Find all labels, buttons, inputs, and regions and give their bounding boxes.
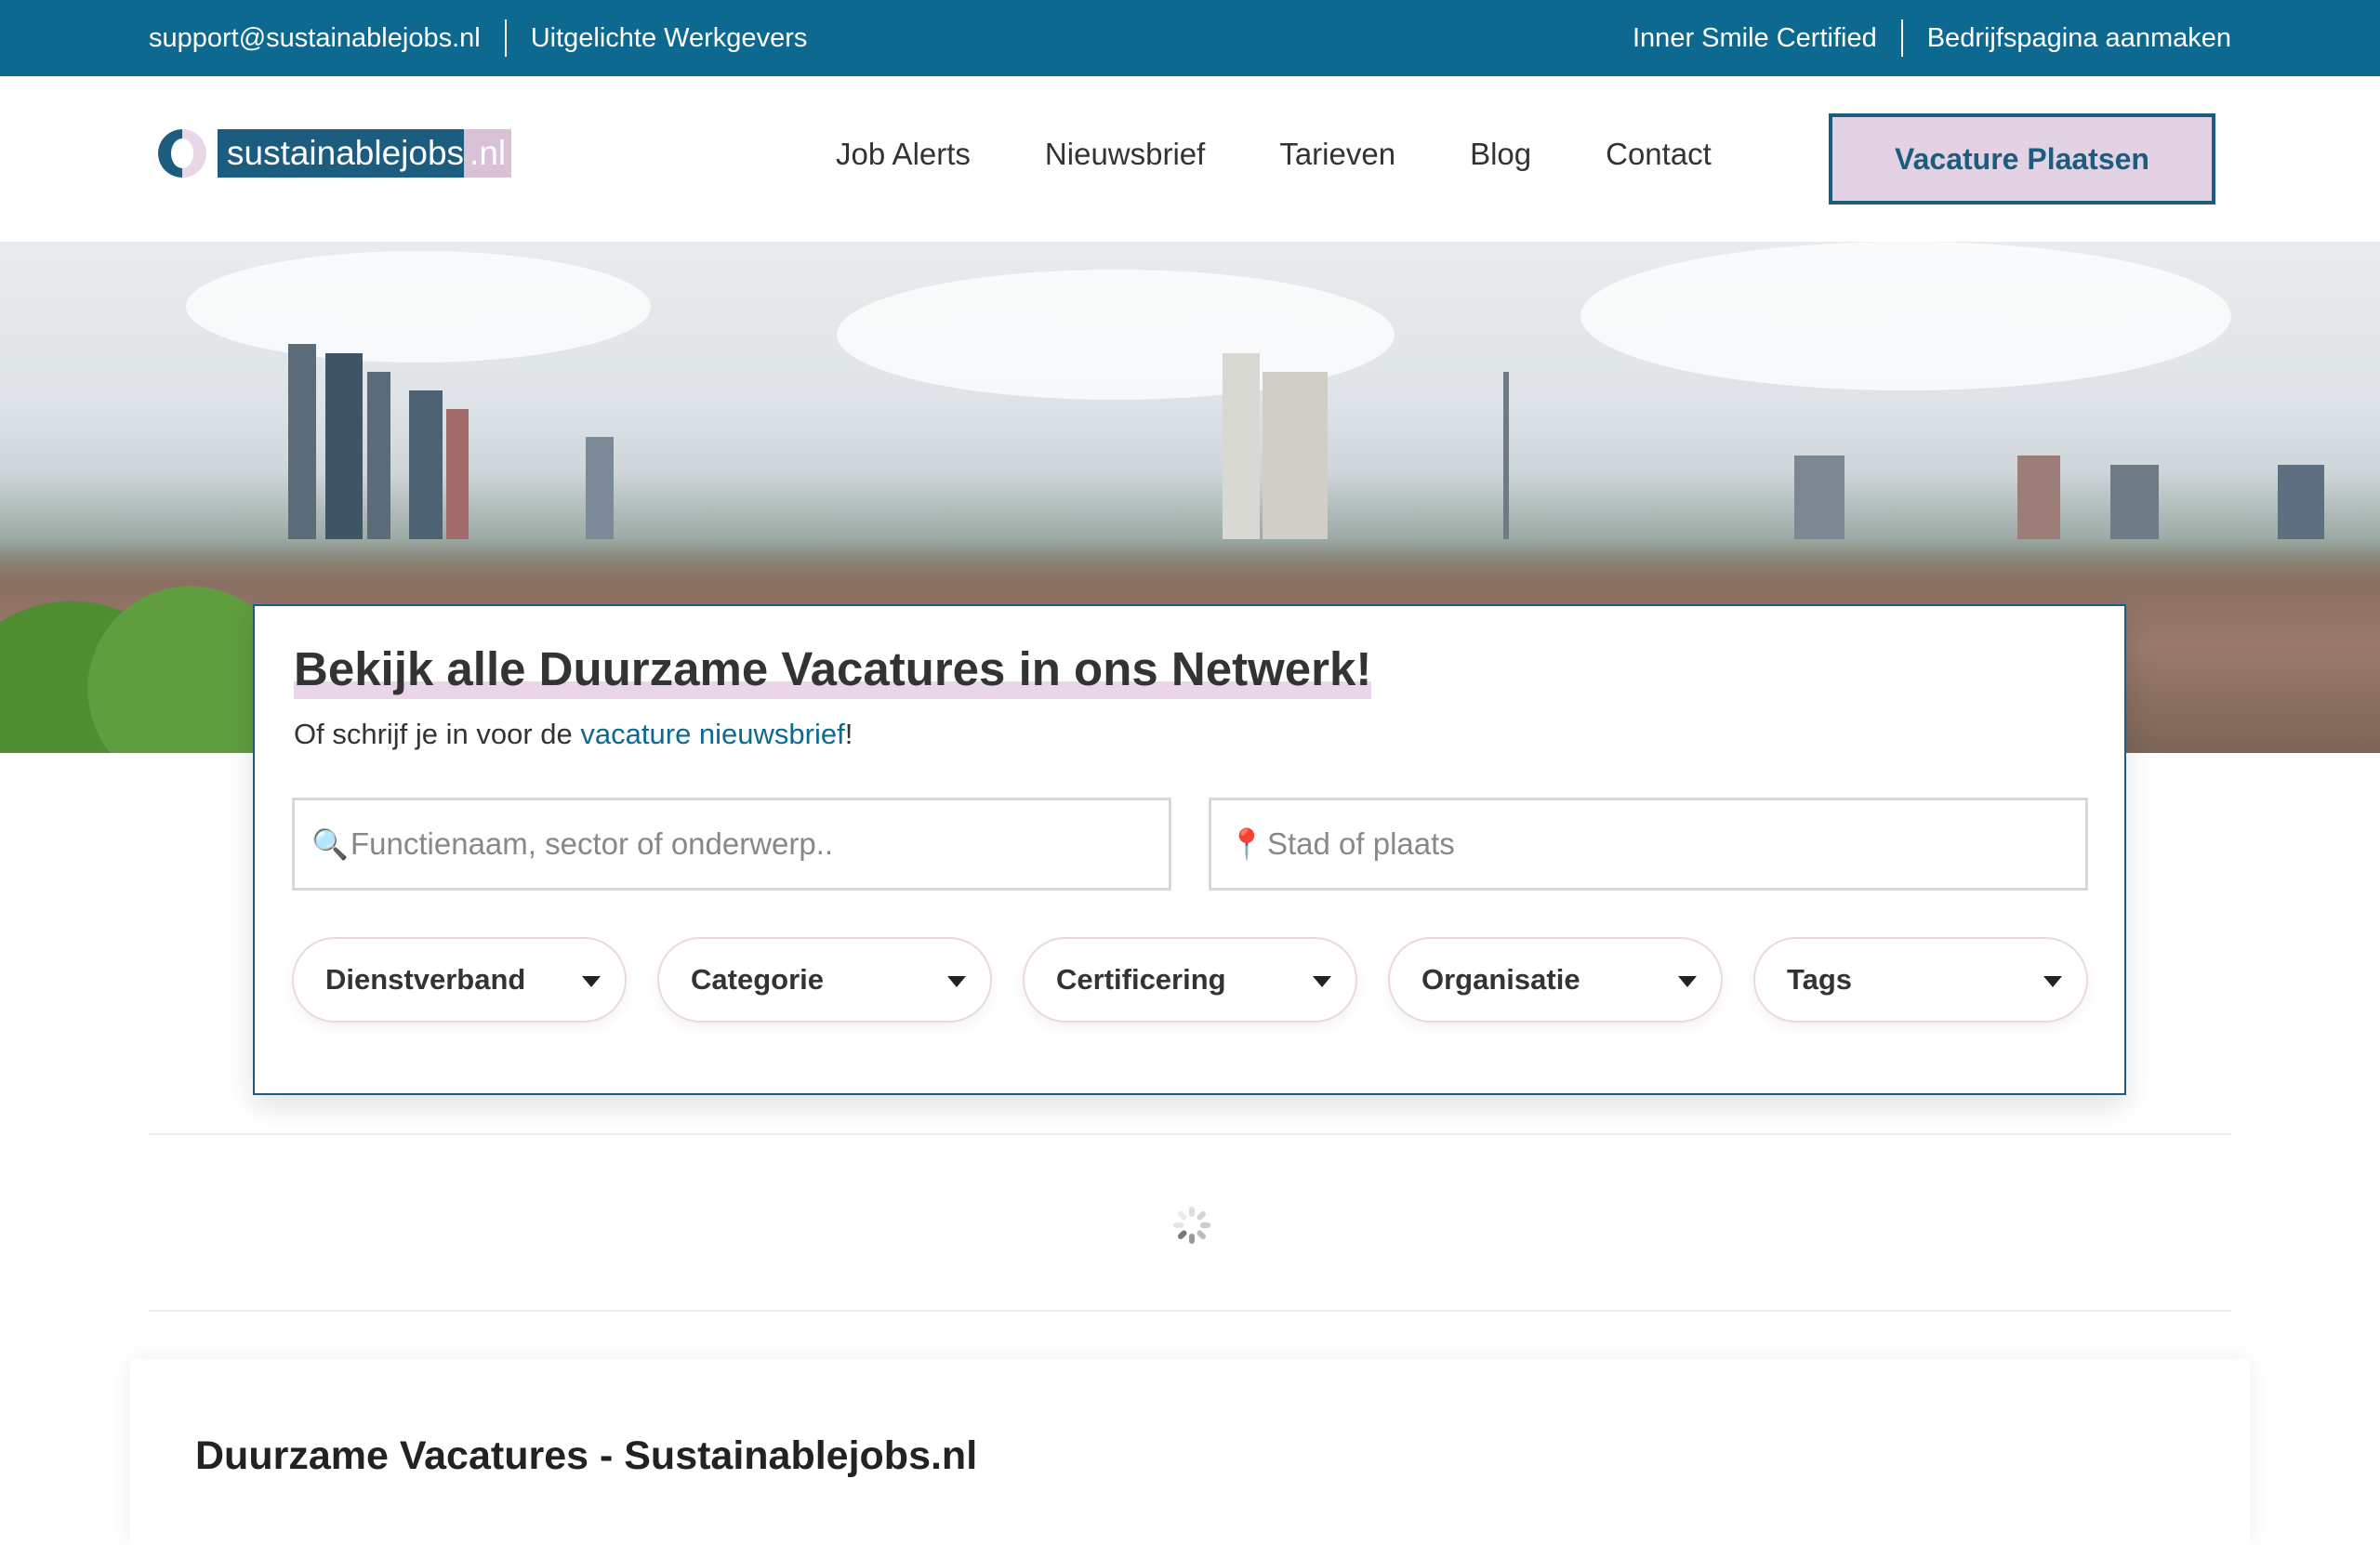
search-subtitle: Of schrijf je in voor de vacature nieuws…: [294, 718, 853, 751]
logo-icon: [158, 129, 206, 178]
filter-organisation[interactable]: Organisatie: [1388, 937, 1723, 1023]
filter-tags[interactable]: Tags: [1753, 937, 2088, 1023]
post-vacancy-button[interactable]: Vacature Plaatsen: [1829, 113, 2215, 205]
location-search-input[interactable]: [1267, 826, 2030, 862]
nav-item-blog[interactable]: Blog: [1470, 130, 1531, 178]
site-header: sustainablejobs .nl Job Alerts Nieuwsbrie…: [0, 76, 2380, 242]
search-icon: 🔍: [311, 827, 349, 861]
chevron-down-icon: [1678, 976, 1697, 987]
create-company-page-link[interactable]: Bedrijfspagina aanmaken: [1927, 23, 2231, 54]
subtitle-prefix: Of schrijf je in voor de: [294, 718, 581, 750]
divider: [149, 1133, 2231, 1135]
nav-item-pricing[interactable]: Tarieven: [1279, 130, 1395, 178]
subtitle-suffix: !: [844, 718, 853, 750]
divider: [1900, 20, 1903, 57]
keyword-search-field: 🔍: [292, 798, 1171, 891]
filter-label: Organisatie: [1421, 963, 1580, 996]
inner-smile-certified-link[interactable]: Inner Smile Certified: [1633, 23, 1877, 54]
filter-certification[interactable]: Certificering: [1023, 937, 1357, 1023]
top-bar-left: support@sustainablejobs.nl Uitgelichte W…: [149, 0, 807, 76]
featured-employers-link[interactable]: Uitgelichte Werkgevers: [531, 23, 808, 54]
section-title: Duurzame Vacatures - Sustainablejobs.nl: [195, 1433, 978, 1478]
location-pin-icon: 📍: [1228, 827, 1265, 861]
search-card: Bekijk alle Duurzame Vacatures in ons Ne…: [253, 604, 2126, 1095]
chevron-down-icon: [2043, 976, 2062, 987]
logo-wordmark: sustainablejobs .nl: [218, 129, 512, 178]
nav-item-newsletter[interactable]: Nieuwsbrief: [1045, 130, 1205, 178]
logo-name: sustainablejobs: [227, 134, 465, 172]
nav-item-job-alerts[interactable]: Job Alerts: [836, 130, 971, 178]
top-bar-right: Inner Smile Certified Bedrijfspagina aan…: [1633, 0, 2231, 76]
filter-label: Categorie: [691, 963, 824, 996]
divider: [149, 1310, 2231, 1312]
filter-label: Certificering: [1056, 963, 1226, 996]
filter-label: Dienstverband: [325, 963, 526, 996]
keyword-search-input[interactable]: [350, 826, 1113, 862]
loading-spinner-icon: [1173, 1207, 1210, 1244]
site-logo[interactable]: sustainablejobs .nl: [158, 126, 512, 180]
divider: [504, 20, 507, 57]
vacancies-section: Duurzame Vacatures - Sustainablejobs.nl: [130, 1359, 2250, 1545]
search-title: Bekijk alle Duurzame Vacatures in ons Ne…: [294, 640, 1372, 699]
location-search-field: 📍: [1209, 798, 2088, 891]
support-email-link[interactable]: support@sustainablejobs.nl: [149, 23, 481, 54]
filter-category[interactable]: Categorie: [657, 937, 992, 1023]
chevron-down-icon: [947, 976, 966, 987]
newsletter-link[interactable]: vacature nieuwsbrief: [580, 718, 844, 750]
top-bar: support@sustainablejobs.nl Uitgelichte W…: [0, 0, 2380, 76]
chevron-down-icon: [582, 976, 601, 987]
chevron-down-icon: [1313, 976, 1331, 987]
nav-item-contact[interactable]: Contact: [1606, 130, 1712, 178]
main-nav: Job Alerts Nieuwsbrief Tarieven Blog Con…: [836, 130, 1786, 178]
logo-tld: .nl: [464, 129, 512, 178]
filter-label: Tags: [1787, 963, 1853, 996]
filter-employment-type[interactable]: Dienstverband: [292, 937, 627, 1023]
